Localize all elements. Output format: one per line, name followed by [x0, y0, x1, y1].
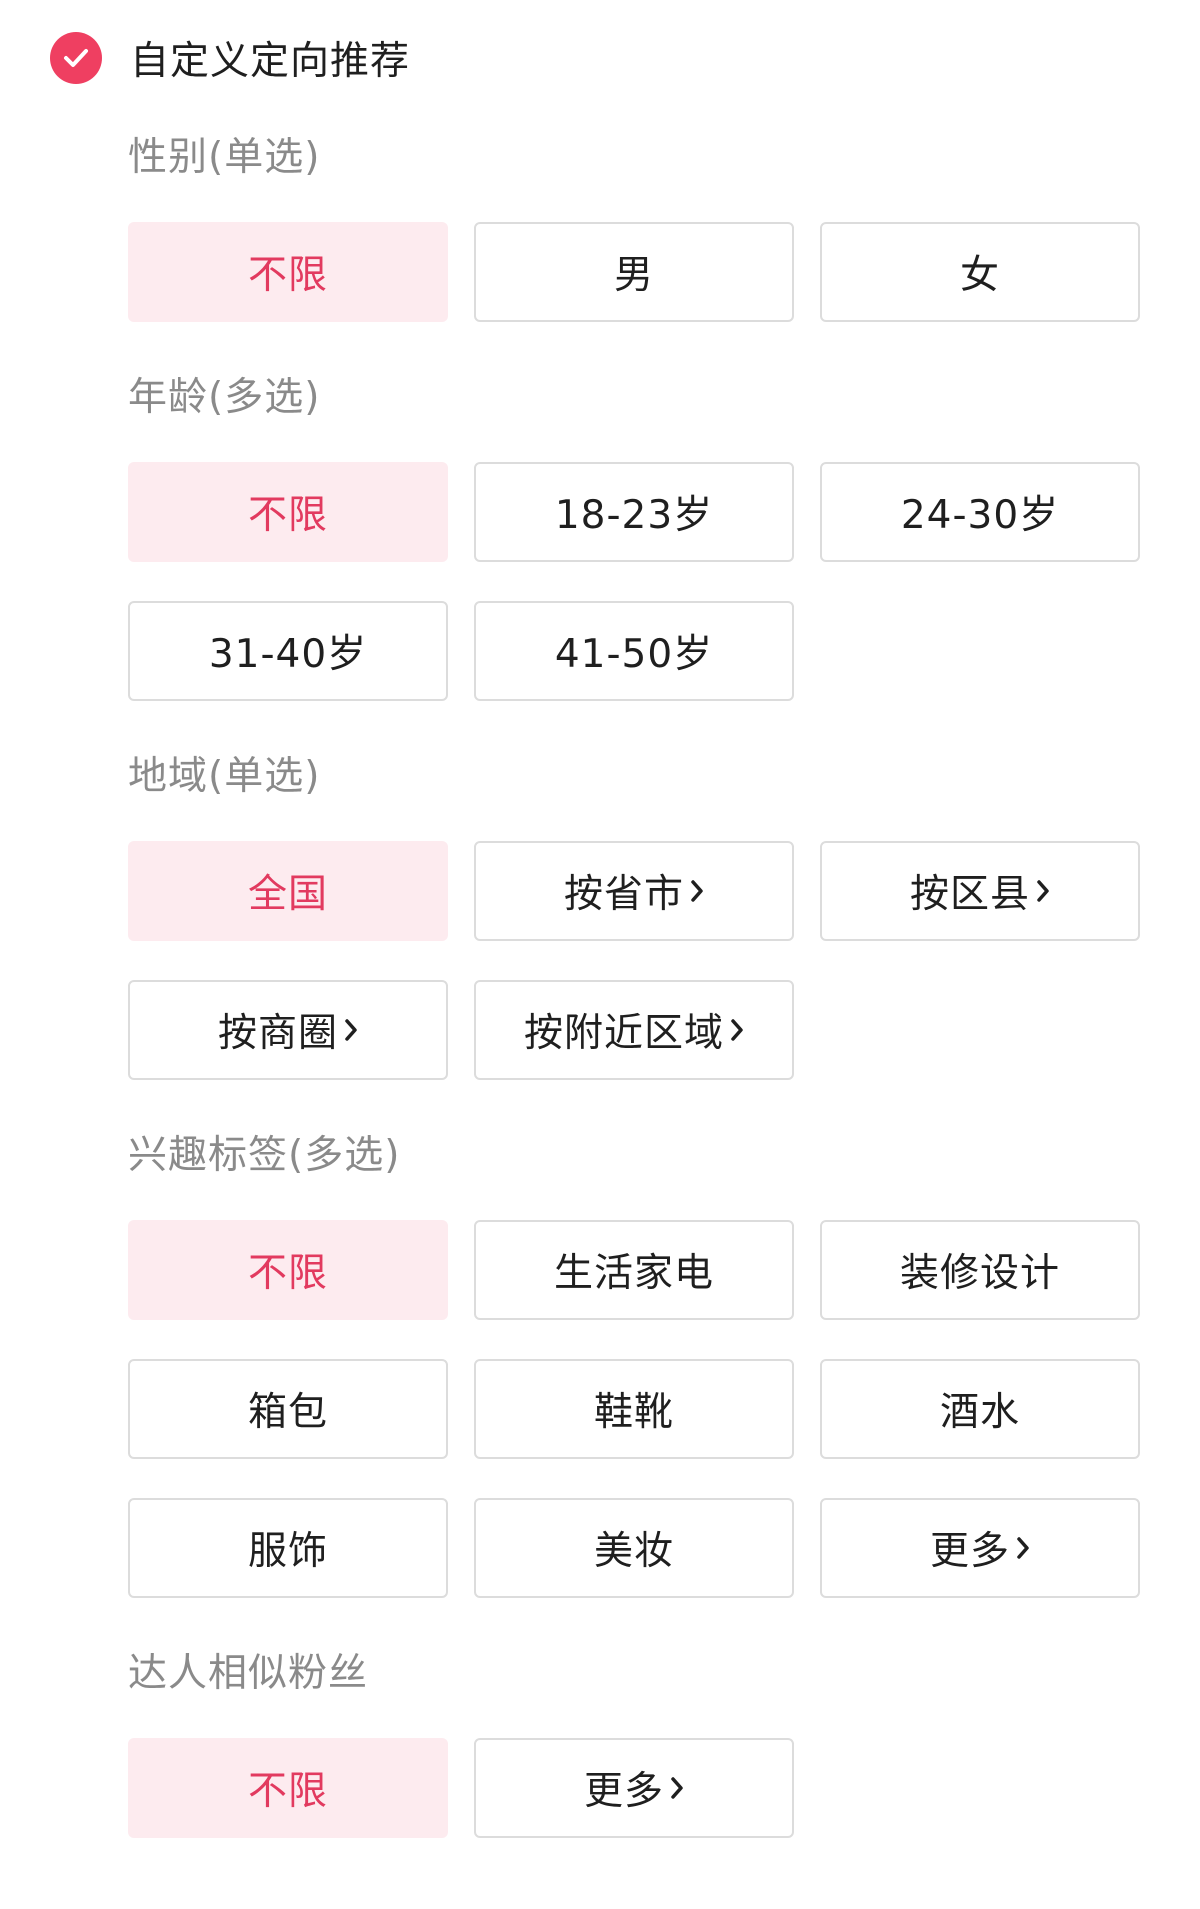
- region-option-nationwide[interactable]: 全国: [128, 841, 448, 941]
- option-label: 不限: [247, 493, 328, 538]
- option-label: 41-50岁: [554, 632, 714, 677]
- similar-fans-option-unlimited[interactable]: 不限: [128, 1738, 448, 1838]
- option-label: 生活家电: [553, 1251, 714, 1296]
- interest-option-apparel[interactable]: 服饰: [128, 1498, 448, 1598]
- age-section-title: 年龄(多选): [128, 375, 321, 420]
- region-option-by-business-district[interactable]: 按商圈: [128, 980, 448, 1080]
- option-label: 按区县: [909, 872, 1030, 917]
- option-label: 装修设计: [899, 1251, 1060, 1296]
- region-option-by-nearby-area[interactable]: 按附近区域: [474, 980, 794, 1080]
- option-label: 全国: [247, 872, 328, 917]
- interest-option-home-appliances[interactable]: 生活家电: [474, 1220, 794, 1320]
- interest-option-interior-design[interactable]: 装修设计: [820, 1220, 1140, 1320]
- region-option-by-county[interactable]: 按区县: [820, 841, 1140, 941]
- option-label: 按附近区域: [523, 1011, 724, 1056]
- option-label: 鞋靴: [593, 1390, 674, 1435]
- gender-section-title: 性别(单选): [128, 135, 321, 180]
- similar-fans-option-more[interactable]: 更多: [474, 1738, 794, 1838]
- option-label: 31-40岁: [208, 632, 368, 677]
- option-label: 服饰: [247, 1529, 328, 1574]
- age-option-41-50[interactable]: 41-50岁: [474, 601, 794, 701]
- option-label: 更多: [583, 1769, 664, 1814]
- option-label: 男: [613, 253, 654, 298]
- custom-targeting-title: 自定义定向推荐: [130, 39, 411, 84]
- region-option-by-province[interactable]: 按省市: [474, 841, 794, 941]
- chevron-right-icon: [1036, 879, 1050, 903]
- chevron-right-icon: [690, 879, 704, 903]
- chevron-right-icon: [1016, 1536, 1030, 1560]
- age-option-18-23[interactable]: 18-23岁: [474, 462, 794, 562]
- option-label: 更多: [929, 1529, 1010, 1574]
- region-section-title: 地域(单选): [128, 754, 321, 799]
- interest-option-bags[interactable]: 箱包: [128, 1359, 448, 1459]
- option-label: 酒水: [939, 1390, 1020, 1435]
- option-label: 按商圈: [217, 1011, 338, 1056]
- option-label: 不限: [247, 253, 328, 298]
- interest-option-drinks[interactable]: 酒水: [820, 1359, 1140, 1459]
- interest-option-unlimited[interactable]: 不限: [128, 1220, 448, 1320]
- check-circle-icon[interactable]: [50, 32, 102, 84]
- gender-option-unlimited[interactable]: 不限: [128, 222, 448, 322]
- option-label: 女: [959, 253, 1000, 298]
- option-label: 不限: [247, 1769, 328, 1814]
- chevron-right-icon: [344, 1018, 358, 1042]
- age-option-24-30[interactable]: 24-30岁: [820, 462, 1140, 562]
- custom-targeting-header[interactable]: 自定义定向推荐: [50, 32, 410, 84]
- age-option-31-40[interactable]: 31-40岁: [128, 601, 448, 701]
- gender-option-female[interactable]: 女: [820, 222, 1140, 322]
- option-label: 箱包: [247, 1390, 328, 1435]
- interest-option-more[interactable]: 更多: [820, 1498, 1140, 1598]
- interests-section-title: 兴趣标签(多选): [128, 1133, 401, 1178]
- interest-option-beauty[interactable]: 美妆: [474, 1498, 794, 1598]
- option-label: 美妆: [593, 1529, 674, 1574]
- option-label: 18-23岁: [554, 493, 714, 538]
- interest-option-shoes[interactable]: 鞋靴: [474, 1359, 794, 1459]
- option-label: 按省市: [563, 872, 684, 917]
- option-label: 不限: [247, 1251, 328, 1296]
- similar-fans-section-title: 达人相似粉丝: [128, 1651, 369, 1696]
- chevron-right-icon: [730, 1018, 744, 1042]
- chevron-right-icon: [670, 1776, 684, 1800]
- gender-option-male[interactable]: 男: [474, 222, 794, 322]
- age-option-unlimited[interactable]: 不限: [128, 462, 448, 562]
- option-label: 24-30岁: [900, 493, 1060, 538]
